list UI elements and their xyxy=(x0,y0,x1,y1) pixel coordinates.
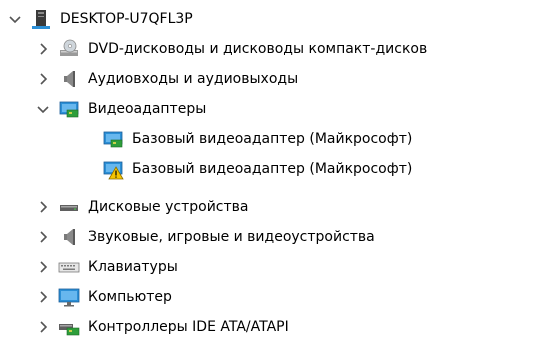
tree-item-label: Звуковые, игровые и видеоустройства xyxy=(88,229,375,245)
tree-item-sound-video-game[interactable]: Звуковые, игровые и видеоустройства xyxy=(36,222,375,252)
chevron-down-icon[interactable] xyxy=(36,102,50,116)
ide-controller-icon xyxy=(58,316,80,338)
tree-item-ide-controllers[interactable]: Контроллеры IDE ATA/ATAPI xyxy=(36,312,289,342)
tree-child-basic-display-adapter[interactable]: Базовый видеоадаптер (Майкрософт) xyxy=(102,124,412,154)
chevron-down-icon[interactable] xyxy=(8,12,22,26)
tree-item-computer[interactable]: Компьютер xyxy=(36,282,172,312)
tree-item-disk-drives[interactable]: Дисковые устройства xyxy=(36,192,249,222)
chevron-right-icon[interactable] xyxy=(36,290,50,304)
disk-drive-icon xyxy=(58,196,80,218)
tree-item-label: Дисковые устройства xyxy=(88,199,249,215)
tree-item-display-adapters[interactable]: Видеоадаптеры xyxy=(36,94,206,124)
monitor-icon xyxy=(58,286,80,308)
display-adapter-icon xyxy=(58,98,80,120)
computer-tower-icon xyxy=(30,8,52,30)
chevron-right-icon[interactable] xyxy=(36,320,50,334)
tree-item-label: Контроллеры IDE ATA/ATAPI xyxy=(88,319,289,335)
tree-item-label: DVD-дисководы и дисководы компакт-дисков xyxy=(88,41,428,57)
tree-child-label: Базовый видеоадаптер (Майкрософт) xyxy=(132,131,413,147)
tree-item-label: Видеоадаптеры xyxy=(88,101,207,117)
chevron-right-icon[interactable] xyxy=(36,260,50,274)
keyboard-icon xyxy=(58,256,80,278)
speaker-icon xyxy=(58,68,80,90)
display-adapter-icon xyxy=(102,128,124,150)
device-tree: DESKTOP-U7QFL3P DVD-дисководы и дисковод… xyxy=(0,0,539,340)
tree-item-dvd-drives[interactable]: DVD-дисководы и дисководы компакт-дисков xyxy=(36,34,427,64)
tree-item-keyboards[interactable]: Клавиатуры xyxy=(36,252,178,282)
dvd-drive-icon xyxy=(58,38,80,60)
display-adapter-warning-icon xyxy=(102,158,124,180)
tree-item-label: Аудиовходы и аудиовыходы xyxy=(88,71,299,87)
tree-child-label: Базовый видеоадаптер (Майкрософт) xyxy=(132,161,413,177)
chevron-right-icon[interactable] xyxy=(36,72,50,86)
speaker-icon xyxy=(58,226,80,248)
tree-root[interactable]: DESKTOP-U7QFL3P xyxy=(8,4,193,34)
chevron-right-icon[interactable] xyxy=(36,230,50,244)
tree-item-label: Клавиатуры xyxy=(88,259,178,275)
tree-item-label: Компьютер xyxy=(88,289,172,305)
chevron-right-icon[interactable] xyxy=(36,42,50,56)
tree-child-basic-display-adapter-warning[interactable]: Базовый видеоадаптер (Майкрософт) xyxy=(102,154,412,184)
chevron-right-icon[interactable] xyxy=(36,200,50,214)
tree-item-audio-io[interactable]: Аудиовходы и аудиовыходы xyxy=(36,64,298,94)
tree-root-label: DESKTOP-U7QFL3P xyxy=(60,11,193,27)
